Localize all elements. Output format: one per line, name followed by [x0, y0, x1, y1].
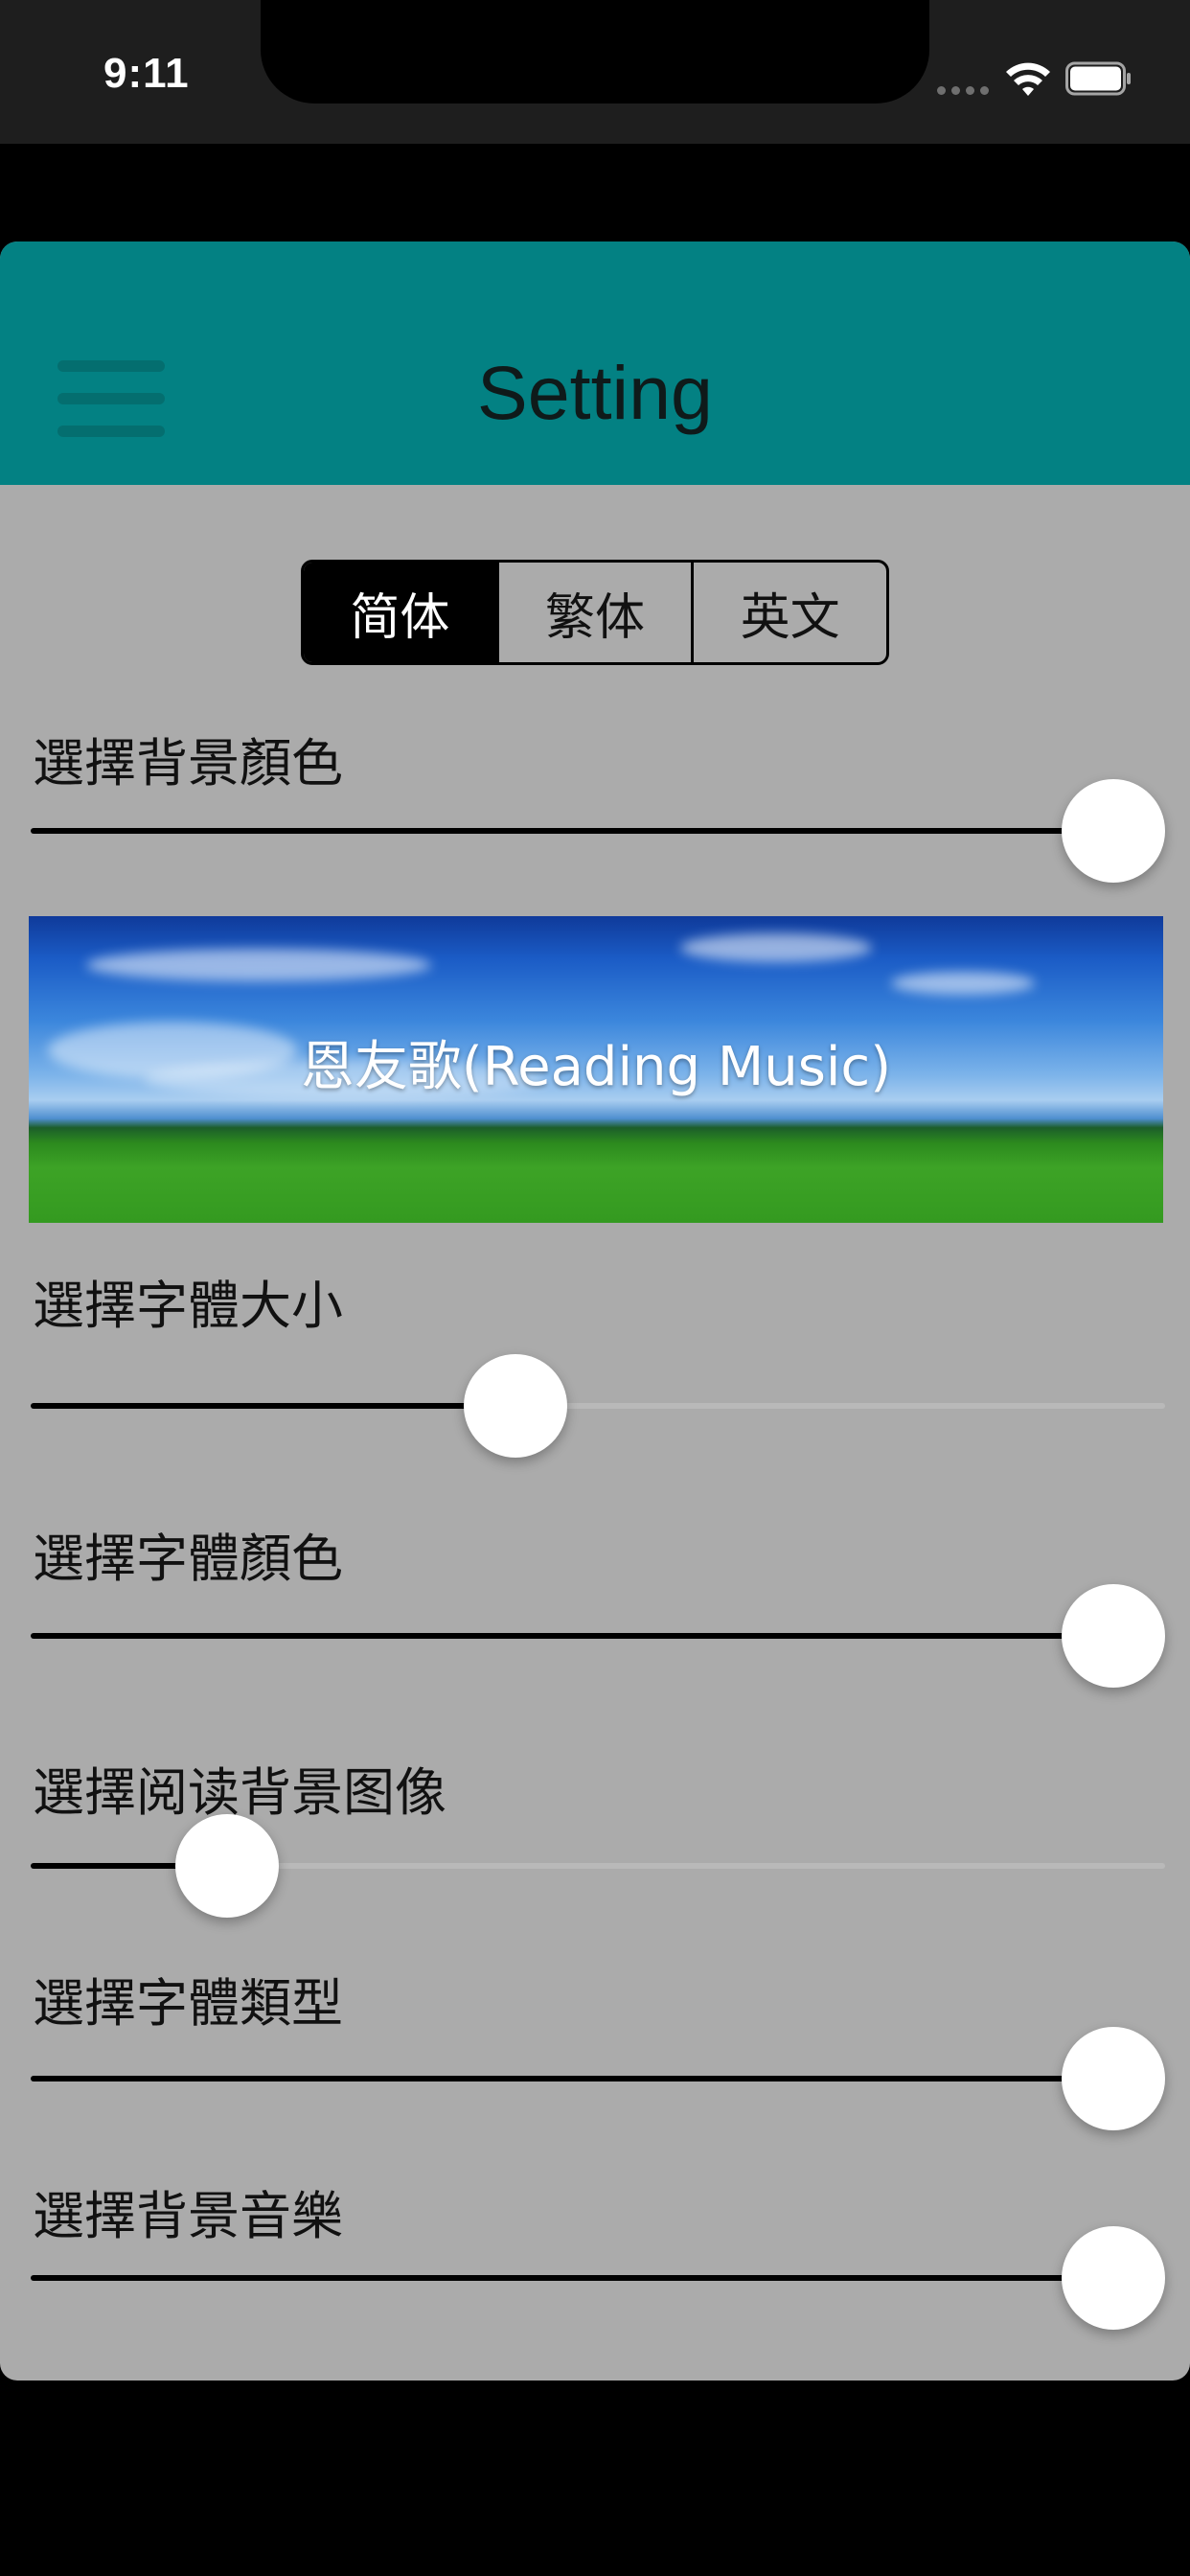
banner-title: 恩友歌(Reading Music)	[300, 1036, 892, 1098]
font-color-slider[interactable]	[31, 1583, 1165, 1689]
slider-fill	[31, 828, 1113, 834]
battery-icon	[1065, 61, 1131, 96]
background-preview-banner: 恩友歌(Reading Music)	[29, 916, 1163, 1223]
slider-fill	[31, 1403, 515, 1409]
slider-thumb[interactable]	[1062, 2027, 1165, 2130]
slider-thumb[interactable]	[1062, 779, 1165, 883]
slider-thumb[interactable]	[1062, 1584, 1165, 1688]
wifi-icon	[1006, 62, 1050, 96]
language-segmented-control: 简体 繁体 英文	[301, 560, 889, 665]
signal-icon	[937, 86, 991, 96]
font-size-label: 選擇字體大小	[33, 1276, 343, 1336]
slider-thumb[interactable]	[1062, 2226, 1165, 2330]
slider-thumb[interactable]	[463, 1354, 567, 1458]
slider-fill	[31, 2275, 1113, 2281]
segment-english[interactable]: 英文	[691, 563, 886, 662]
segment-simplified[interactable]: 简体	[304, 563, 496, 662]
reading-background-image-slider[interactable]	[31, 1813, 1165, 1919]
slider-thumb[interactable]	[174, 1814, 279, 1918]
segment-traditional[interactable]: 繁体	[495, 563, 692, 662]
background-color-slider[interactable]	[31, 778, 1165, 884]
slider-fill	[31, 1633, 1113, 1639]
font-size-slider[interactable]	[31, 1353, 1165, 1459]
device-notch	[261, 0, 929, 104]
font-color-label: 選擇字體顏色	[33, 1529, 343, 1589]
font-type-slider[interactable]	[31, 2026, 1165, 2131]
settings-screen: Setting 简体 繁体 英文 選擇背景顏色 恩友歌(Reading Musi…	[0, 242, 1190, 2380]
navigation-bar: Setting	[0, 242, 1190, 485]
page-title: Setting	[477, 350, 713, 435]
status-bar: 9:11	[0, 0, 1190, 144]
slider-fill	[31, 2076, 1113, 2082]
background-music-slider[interactable]	[31, 2225, 1165, 2331]
status-time: 9:11	[103, 50, 190, 97]
